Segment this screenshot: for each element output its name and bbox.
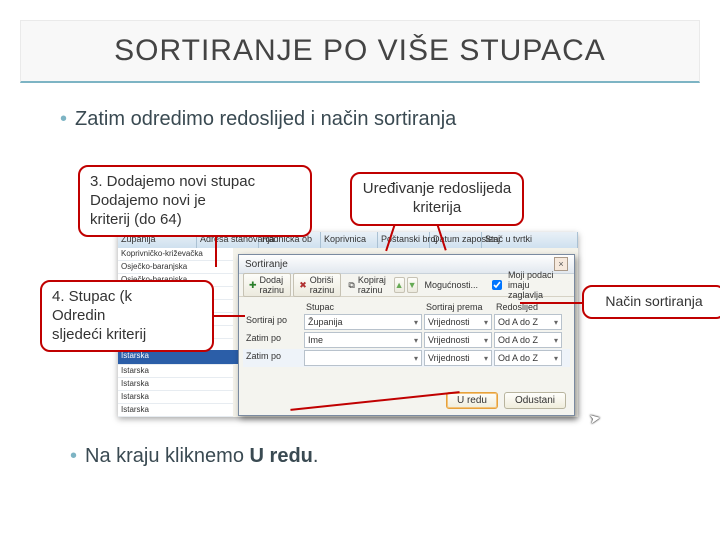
slide: SORTIRANJE PO VIŠE STUPACA • Zatim odredi…: [0, 0, 720, 540]
sort-row-label: Sortiraj po: [243, 313, 303, 331]
bullet-1: • Zatim odredimo redoslijed i način sorti…: [60, 108, 456, 131]
sort-row-3: Zatim po ▾ Vrijednosti▾ Od A do Z▾: [243, 349, 570, 367]
callout-order: Uređivanje redoslijeda kriterija: [350, 172, 524, 226]
bullet-1-text: Zatim odredimo redoslijed i način sortir…: [75, 108, 456, 130]
copy-level-label: Kopiraj razinu: [358, 275, 387, 295]
chevron-down-icon: ▾: [554, 354, 558, 363]
callout-sortmode: Način sortiranja: [582, 285, 720, 319]
sort-order-select[interactable]: Od A do Z▾: [494, 314, 562, 330]
chevron-down-icon: ▾: [554, 336, 558, 345]
copy-level-button[interactable]: ⧉ Kopiraj razinu: [343, 274, 391, 296]
excel-selected-cell: Istarska: [118, 350, 239, 364]
excel-header: Stač u tvrtki: [482, 232, 578, 248]
connector-line: [520, 302, 584, 304]
dialog-toolbar: ✚ Dodaj razinu ✖ Obriši razinu ⧉ Kopiraj…: [239, 274, 574, 297]
sort-row-label: Zatim po: [243, 349, 303, 367]
add-level-button[interactable]: ✚ Dodaj razinu: [243, 273, 291, 297]
chevron-down-icon: ▾: [414, 354, 418, 363]
callout-add-level: 3. Dodajemo novi stupac Dodajemo novi je…: [78, 165, 312, 237]
cancel-button[interactable]: Odustani: [504, 392, 566, 409]
sort-column-select[interactable]: Ime▾: [304, 332, 422, 348]
delete-level-button[interactable]: ✖ Obriši razinu: [293, 273, 341, 297]
sort-row-2: Zatim po Ime▾ Vrijednosti▾ Od A do Z▾: [243, 331, 570, 349]
callout-column: 4. Stupac (k Odredin sljedeći kriterij: [40, 280, 214, 352]
bullet-dot-icon: •: [70, 445, 77, 467]
excel-cell: Istarska: [118, 365, 233, 378]
move-up-button[interactable]: ▲: [394, 277, 405, 293]
chevron-down-icon: ▾: [414, 318, 418, 327]
chevron-down-icon: ▾: [414, 336, 418, 345]
bullet-2-post: .: [313, 445, 319, 467]
move-down-button[interactable]: ▼: [407, 277, 418, 293]
options-button[interactable]: Mogućnosti...: [420, 279, 484, 291]
copy-icon: ⧉: [348, 280, 354, 291]
sort-row-label: Zatim po: [243, 331, 303, 349]
sort-on-select[interactable]: Vrijednosti▾: [424, 314, 492, 330]
sort-dialog: Sortiranje × ✚ Dodaj razinu ✖ Obriši raz…: [238, 254, 575, 416]
delete-level-label: Obriši razinu: [310, 275, 336, 295]
bullet-2-bold: U redu: [250, 445, 313, 467]
bullet-2-pre: Na kraju kliknemo: [85, 445, 250, 467]
sort-column-select[interactable]: ▾: [304, 350, 422, 366]
excel-header: Datum zaposlenj: [430, 232, 482, 248]
sort-row-1: Sortiraj po Županija▾ Vrijednosti▾ Od A …: [243, 313, 570, 331]
chevron-down-icon: ▾: [484, 318, 488, 327]
x-icon: ✖: [299, 280, 307, 291]
dialog-buttons: U redu Odustani: [446, 392, 566, 409]
bullet-2: • Na kraju kliknemo U redu.: [70, 445, 318, 468]
sort-on-select[interactable]: Vrijednosti▾: [424, 350, 492, 366]
excel-cell: Istarska: [118, 378, 233, 391]
add-level-label: Dodaj razinu: [260, 275, 286, 295]
dialog-title: Sortiranje: [245, 259, 288, 270]
sort-grid: Stupac Sortiraj prema Redoslijed Sortira…: [243, 301, 570, 367]
excel-cell: Istarska: [118, 404, 233, 417]
bullet-dot-icon: •: [60, 108, 67, 130]
sort-order-select[interactable]: Od A do Z▾: [494, 350, 562, 366]
plus-icon: ✚: [249, 280, 257, 291]
cursor-icon: ➤: [588, 409, 603, 428]
chevron-down-icon: ▾: [554, 318, 558, 327]
excel-cell: Istarska: [118, 391, 233, 404]
sort-order-select[interactable]: Od A do Z▾: [494, 332, 562, 348]
sort-column-select[interactable]: Županija▾: [304, 314, 422, 330]
ok-button[interactable]: U redu: [446, 392, 498, 409]
checkbox-icon[interactable]: [492, 280, 502, 290]
col-header-sorton: Sortiraj prema: [423, 301, 493, 313]
page-title: SORTIRANJE PO VIŠE STUPACA: [20, 20, 700, 83]
chevron-down-icon: ▾: [484, 336, 488, 345]
has-headers-label: Moji podaci imaju zaglavlja: [508, 270, 565, 300]
has-headers-checkbox[interactable]: Moji podaci imaju zaglavlja: [487, 269, 570, 301]
sort-on-select[interactable]: Vrijednosti▾: [424, 332, 492, 348]
col-header-column: Stupac: [303, 301, 423, 313]
excel-header: Koprivnica: [321, 232, 378, 248]
chevron-down-icon: ▾: [484, 354, 488, 363]
